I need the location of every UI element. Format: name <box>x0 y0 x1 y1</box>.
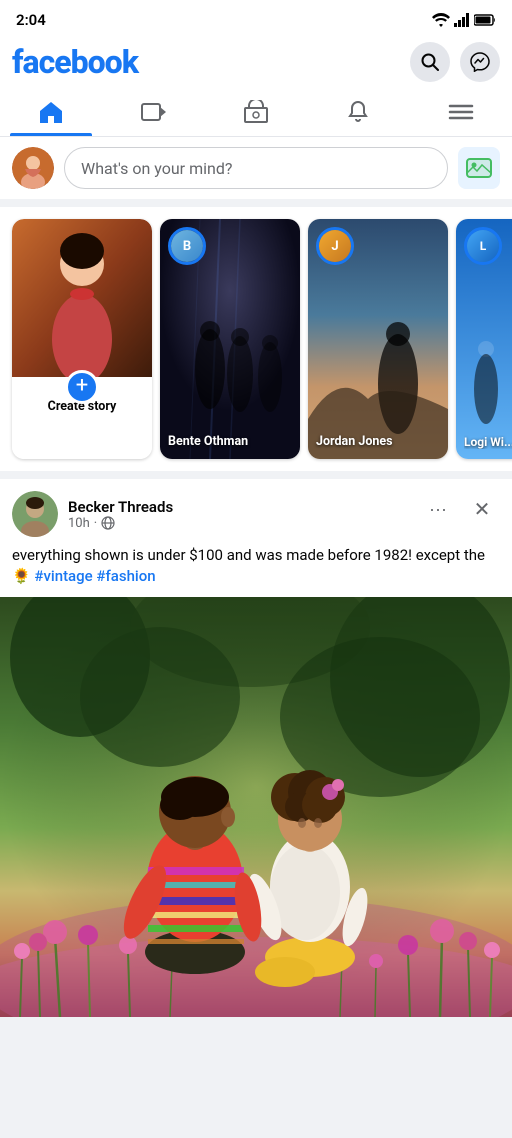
post-author-info: Becker Threads 10h · <box>12 491 173 537</box>
bell-icon <box>345 100 371 124</box>
signal-icon <box>454 13 470 27</box>
header-actions <box>410 42 500 82</box>
post-meta-dot: · <box>94 516 97 531</box>
status-bar: 2:04 <box>0 0 512 36</box>
hashtag-fashion[interactable]: #fashion <box>96 567 155 585</box>
messenger-button[interactable] <box>460 42 500 82</box>
marketplace-icon <box>243 100 269 124</box>
stories-container: Create story + <box>0 207 512 471</box>
story-jordan[interactable]: J Jordan Jones <box>308 219 448 459</box>
create-story-add-icon: + <box>65 370 99 404</box>
bente-name: Bente Othman <box>168 434 292 449</box>
user-avatar-image <box>12 147 54 189</box>
post-meta: 10h · <box>68 516 173 531</box>
status-time: 2:04 <box>16 11 46 29</box>
search-button[interactable] <box>410 42 450 82</box>
post-composer: What's on your mind? <box>0 137 512 199</box>
logi-name: Logi Wi... <box>464 435 512 449</box>
post-author-name: Becker Threads <box>68 498 173 516</box>
post-header: Becker Threads 10h · ··· ✕ <box>0 479 512 545</box>
video-icon <box>141 100 167 124</box>
create-story-bg <box>12 219 152 382</box>
post-author-avatar <box>12 491 58 537</box>
facebook-logo: facebook <box>12 43 138 81</box>
becker-avatar-image <box>12 491 58 537</box>
home-icon <box>38 100 64 124</box>
add-photo-button[interactable] <box>458 147 500 189</box>
photo-icon <box>466 155 492 181</box>
jordan-name: Jordan Jones <box>316 434 440 449</box>
create-story-card[interactable]: Create story + <box>12 219 152 459</box>
header: facebook <box>0 36 512 92</box>
logi-avatar: L <box>464 227 502 265</box>
battery-icon <box>474 14 496 26</box>
post-image-bg <box>0 597 512 1017</box>
tab-marketplace[interactable] <box>205 92 307 136</box>
stories-scroll[interactable]: Create story + <box>0 207 512 471</box>
close-icon: ✕ <box>474 497 491 522</box>
menu-icon <box>448 100 474 124</box>
messenger-icon <box>470 52 490 72</box>
compose-placeholder: What's on your mind? <box>81 159 232 178</box>
post-author-details: Becker Threads 10h · <box>68 498 173 531</box>
status-icons <box>432 13 496 27</box>
post-more-button[interactable]: ··· <box>420 491 456 527</box>
tab-notifications[interactable] <box>307 92 409 136</box>
post-header-actions: ··· ✕ <box>420 491 500 527</box>
story-bente[interactable]: B Bente Othman <box>160 219 300 459</box>
post-time: 10h <box>68 516 90 531</box>
user-avatar <box>12 147 54 189</box>
post-couple-scene <box>0 597 512 1017</box>
post-image[interactable] <box>0 597 512 1017</box>
compose-input[interactable]: What's on your mind? <box>64 147 448 189</box>
nav-tabs <box>0 92 512 137</box>
bente-avatar: B <box>168 227 206 265</box>
tab-home[interactable] <box>0 92 102 136</box>
jordan-avatar: J <box>316 227 354 265</box>
post-text: everything shown is under $100 and was m… <box>0 545 512 597</box>
post-close-button[interactable]: ✕ <box>464 491 500 527</box>
globe-icon <box>101 516 115 530</box>
wifi-icon <box>432 13 450 27</box>
hashtag-vintage[interactable]: #vintage <box>34 567 92 585</box>
search-icon <box>421 53 439 71</box>
story-logi[interactable]: L Logi Wi... <box>456 219 512 459</box>
post-card-becker: Becker Threads 10h · ··· ✕ <box>0 479 512 1017</box>
more-dots-icon: ··· <box>429 499 447 520</box>
tab-video[interactable] <box>102 92 204 136</box>
tab-menu[interactable] <box>410 92 512 136</box>
